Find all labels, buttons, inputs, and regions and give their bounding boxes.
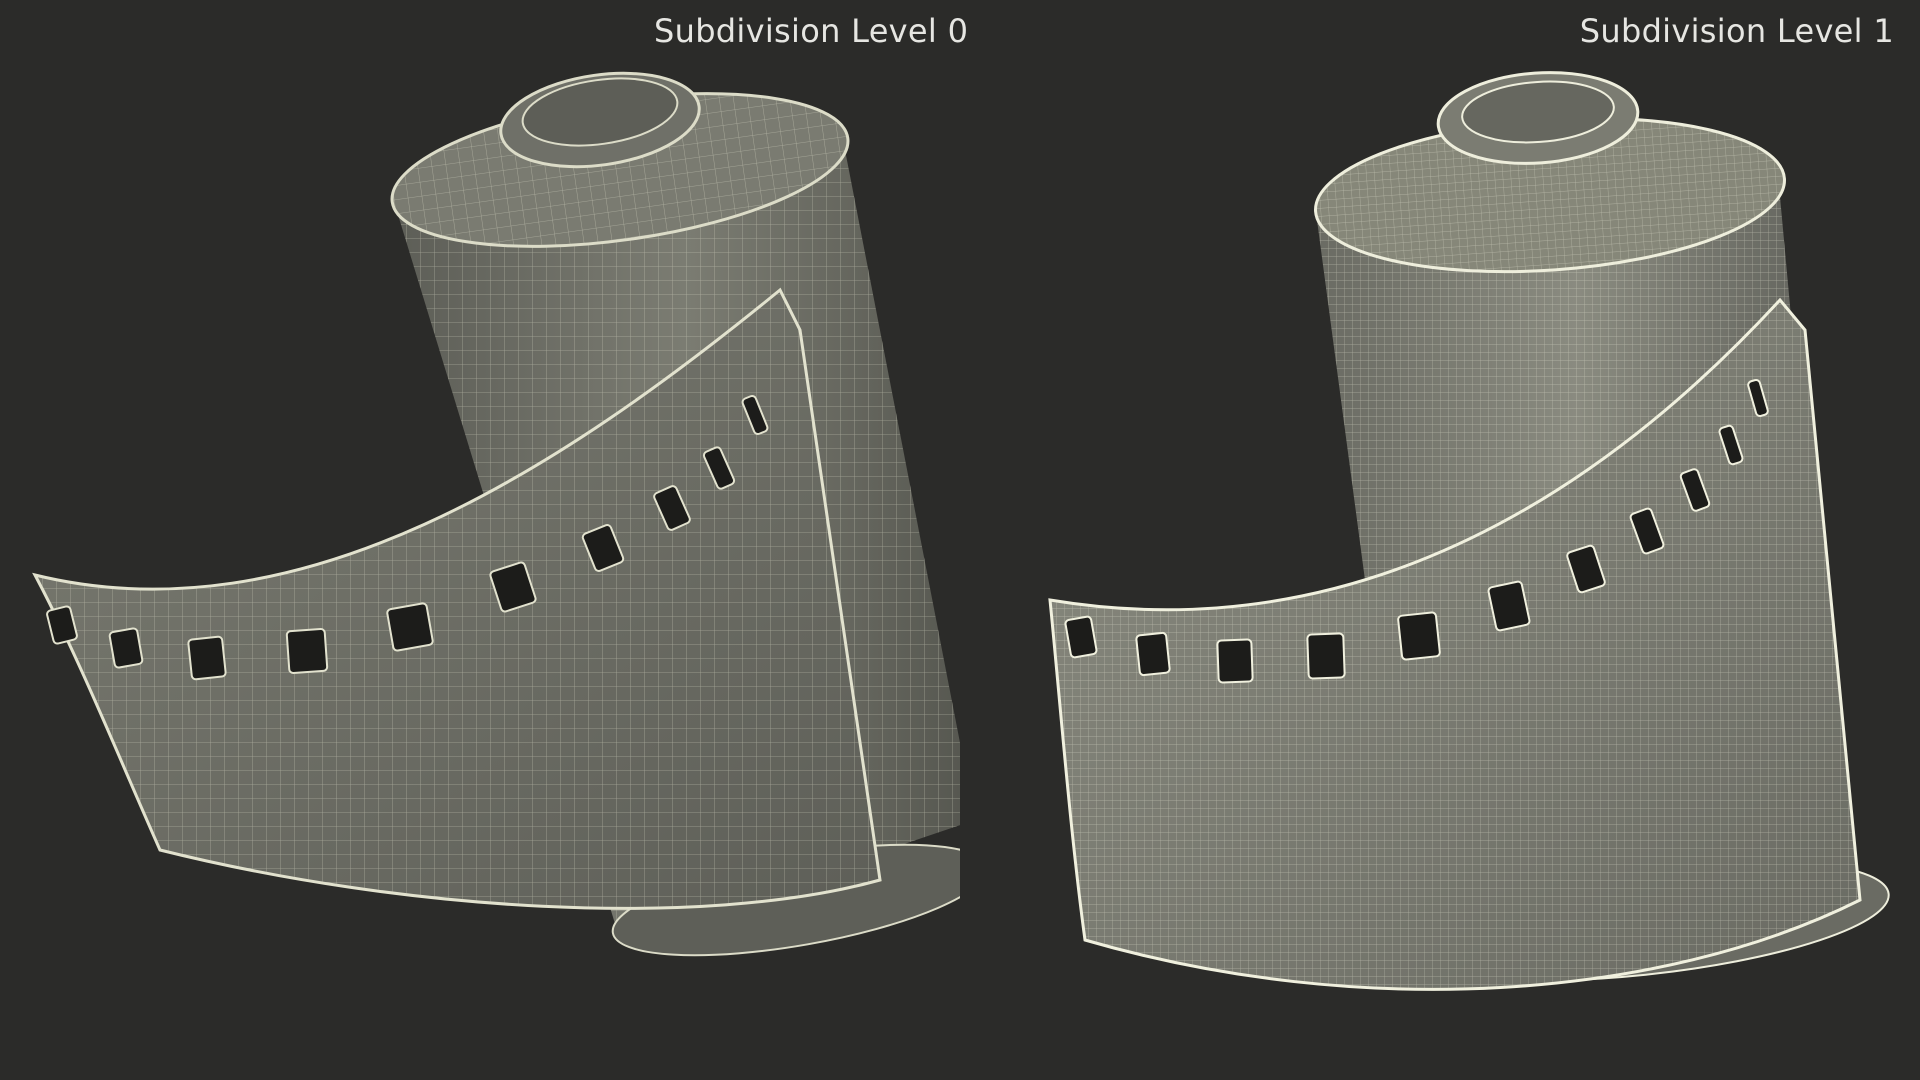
caption-subdivision-level-0: Subdivision Level 0 <box>654 12 969 50</box>
panel-subdivision-level-1: Subdivision Level 1 <box>960 0 1920 1080</box>
film-canister-wireframe-level-0 <box>32 71 960 957</box>
film-canister-wireframe-level-1 <box>1048 71 1890 991</box>
render-stage: Subdivision Level 0 Subdivision Level 1 <box>0 0 1920 1080</box>
caption-subdivision-level-1: Subdivision Level 1 <box>1579 12 1894 50</box>
panel-subdivision-level-0: Subdivision Level 0 <box>0 0 968 1080</box>
